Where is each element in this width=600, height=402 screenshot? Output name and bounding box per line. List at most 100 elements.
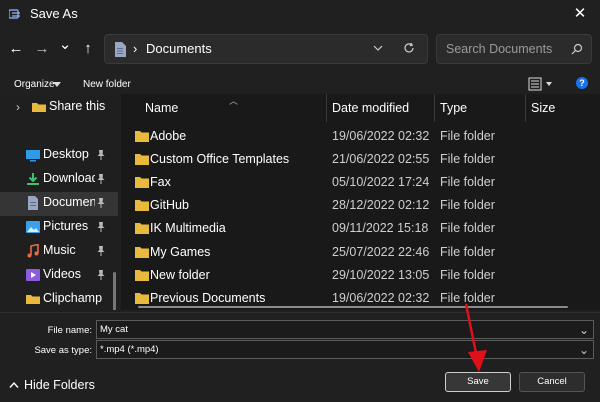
horizontal-scrollbar[interactable] <box>138 306 568 308</box>
column-header-type[interactable]: Type <box>440 101 467 115</box>
view-options-icon[interactable] <box>528 77 556 91</box>
pictures-icon <box>26 221 40 233</box>
folder-icon <box>135 177 149 188</box>
folder-icon <box>135 270 149 281</box>
sidebar-item-clipchamp[interactable]: Clipchamp <box>0 288 118 310</box>
table-row[interactable]: IK Multimedia 09/11/2022 15:18 File fold… <box>121 217 600 240</box>
table-row[interactable]: Custom Office Templates 21/06/2022 02:55… <box>121 148 600 171</box>
address-bar[interactable]: › Documents <box>104 34 428 64</box>
sidebar-item-desktop[interactable]: Desktop <box>0 144 118 168</box>
sidebar-item-share[interactable]: › Share this <box>0 96 118 120</box>
download-icon <box>27 173 39 185</box>
file-type: File folder <box>440 245 495 259</box>
search-box[interactable]: Search Documents <box>436 34 592 64</box>
address-path[interactable]: Documents <box>146 41 212 56</box>
sidebar-item-label: Share this <box>49 99 106 113</box>
save-as-type-select[interactable]: *.mp4 (*.mp4) ⌄ <box>96 340 594 359</box>
column-header-size[interactable]: Size <box>531 101 555 115</box>
sidebar-item-label: Clipchamp <box>43 291 103 305</box>
new-folder-button[interactable]: New folder <box>83 79 131 90</box>
document-icon <box>115 42 126 57</box>
file-date: 29/10/2022 13:05 <box>332 268 430 282</box>
back-icon[interactable]: ← <box>6 38 26 58</box>
file-name: GitHub <box>150 198 189 212</box>
folder-icon <box>26 295 40 304</box>
file-type: File folder <box>440 291 495 305</box>
table-row[interactable]: Fax 05/10/2022 17:24 File folder <box>121 171 600 194</box>
file-list[interactable]: ︿ Name Date modified Type Size Adobe 19/… <box>121 94 600 310</box>
chevron-down-icon[interactable] <box>373 43 383 53</box>
table-row[interactable]: New folder 29/10/2022 13:05 File folder <box>121 264 600 287</box>
save-as-type-label: Save as type: <box>34 345 92 356</box>
file-date: 28/12/2022 02:12 <box>332 198 430 212</box>
folder-icon <box>135 154 149 165</box>
organize-button[interactable]: Organize <box>14 79 55 90</box>
chevron-right-icon[interactable]: › <box>16 100 20 114</box>
sort-ascending-icon: ︿ <box>229 96 239 106</box>
sidebar-item-label: Downloads <box>43 171 95 185</box>
file-date: 19/06/2022 02:32 <box>332 291 430 305</box>
search-icon[interactable] <box>571 43 583 55</box>
up-icon[interactable]: ↑ <box>78 38 98 58</box>
window-title: Save As <box>30 6 78 21</box>
file-date: 05/10/2022 17:24 <box>332 175 430 189</box>
sidebar-scrollbar[interactable] <box>113 272 116 310</box>
column-divider[interactable] <box>525 94 526 122</box>
pin-icon <box>97 270 105 280</box>
file-type: File folder <box>440 221 495 235</box>
refresh-icon[interactable] <box>403 42 415 54</box>
file-type: File folder <box>440 175 495 189</box>
column-divider[interactable] <box>434 94 435 122</box>
recent-locations-icon[interactable]: ⌄ <box>55 34 75 54</box>
folder-icon <box>135 131 149 142</box>
file-name: Adobe <box>150 129 187 143</box>
desktop-icon <box>26 150 40 162</box>
help-icon[interactable]: ? <box>576 77 588 89</box>
folder-icon <box>135 293 149 304</box>
music-icon <box>27 244 39 258</box>
column-header-name[interactable]: Name <box>145 101 178 115</box>
sidebar-item-label: Videos <box>43 267 81 281</box>
sidebar-item-pictures[interactable]: Pictures <box>0 216 118 240</box>
search-input[interactable]: Search Documents <box>446 42 552 56</box>
sidebar-item-documents[interactable]: Documents <box>0 192 118 216</box>
sidebar-item-downloads[interactable]: Downloads <box>0 168 118 192</box>
file-name-value[interactable]: My cat <box>100 324 128 335</box>
cancel-button[interactable]: Cancel <box>519 372 585 392</box>
file-type: File folder <box>440 268 495 282</box>
save-button[interactable]: Save <box>445 372 511 392</box>
column-divider[interactable] <box>326 94 327 122</box>
organize-dropdown-icon[interactable] <box>53 82 61 88</box>
file-date: 25/07/2022 22:46 <box>332 245 430 259</box>
sidebar-item-label: Documents <box>43 195 95 209</box>
hide-folders-label: Hide Folders <box>24 378 95 392</box>
folder-icon <box>135 247 149 258</box>
file-name: IK Multimedia <box>150 221 226 235</box>
file-name-field[interactable]: My cat ⌄ <box>96 320 594 339</box>
pin-icon <box>97 150 105 160</box>
app-icon <box>9 9 20 19</box>
file-type: File folder <box>440 198 495 212</box>
chevron-down-icon[interactable]: ⌄ <box>579 343 589 357</box>
hide-folders-button[interactable]: Hide Folders <box>9 378 95 392</box>
videos-icon <box>26 269 40 281</box>
chevron-up-icon <box>9 381 19 388</box>
file-name: New folder <box>150 268 210 282</box>
sidebar-item-videos[interactable]: Videos <box>0 264 118 288</box>
table-row[interactable]: My Games 25/07/2022 22:46 File folder <box>121 241 600 264</box>
table-row[interactable]: Adobe 19/06/2022 02:32 File folder <box>121 125 600 148</box>
file-type: File folder <box>440 152 495 166</box>
save-as-type-value[interactable]: *.mp4 (*.mp4) <box>100 344 159 355</box>
file-name: Previous Documents <box>150 291 266 305</box>
sidebar-item-music[interactable]: Music <box>0 240 118 264</box>
pin-icon <box>97 198 105 208</box>
close-icon[interactable]: ✕ <box>570 4 590 24</box>
forward-icon[interactable]: → <box>32 38 52 58</box>
folder-icon <box>135 200 149 211</box>
sidebar-item-label: Desktop <box>43 147 89 161</box>
chevron-down-icon[interactable]: ⌄ <box>579 323 589 337</box>
navigation-pane[interactable]: › Share this Desktop Downloads Documents… <box>0 94 118 310</box>
column-header-date[interactable]: Date modified <box>332 101 409 115</box>
sidebar-item-label: Pictures <box>43 219 89 233</box>
table-row[interactable]: GitHub 28/12/2022 02:12 File folder <box>121 194 600 217</box>
